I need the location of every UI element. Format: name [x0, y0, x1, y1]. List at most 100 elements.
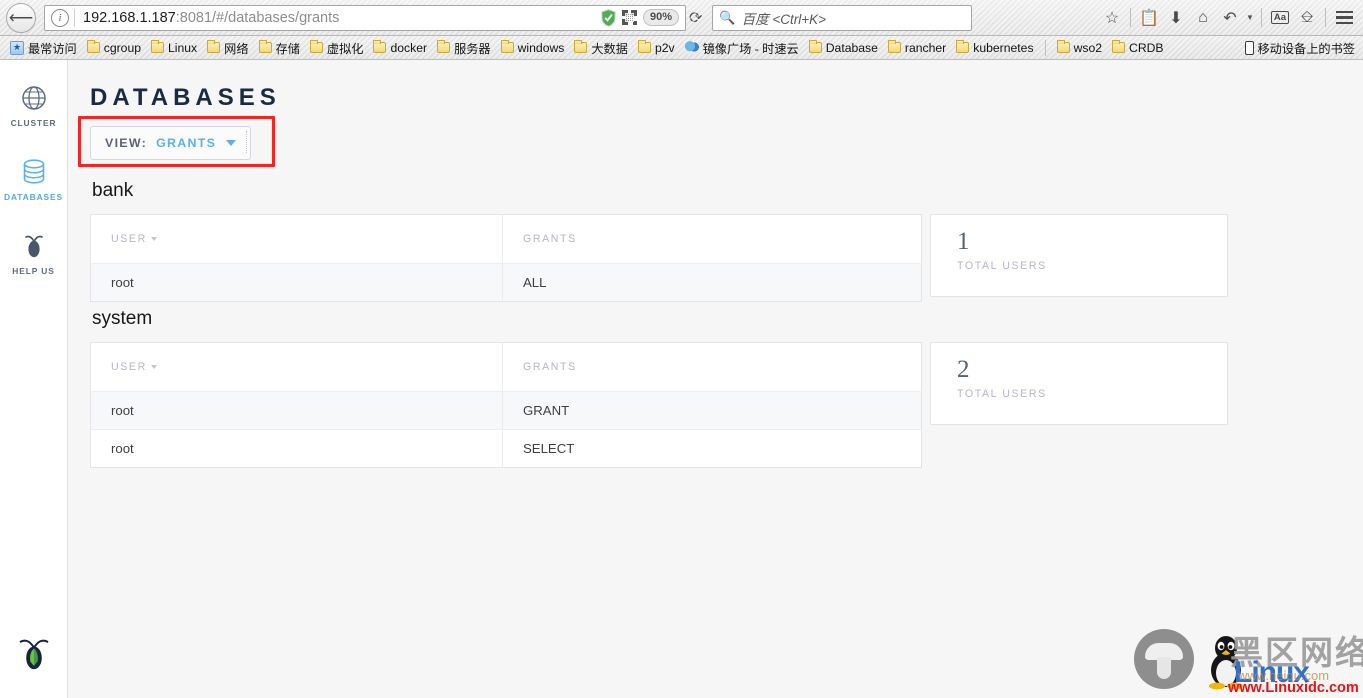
- search-icon: 🔍: [719, 9, 736, 25]
- toolbar-divider: [1130, 8, 1131, 27]
- bookmark-label: 大数据: [591, 41, 628, 56]
- bookmark-item-linux[interactable]: Linux: [147, 40, 201, 56]
- view-grants-dropdown[interactable]: VIEW: GRANTS: [90, 126, 252, 160]
- folder-icon: [808, 40, 822, 53]
- chevron-down-icon[interactable]: ▼: [1244, 13, 1256, 22]
- bookmark-item-rancher[interactable]: rancher: [884, 40, 950, 56]
- browser-tool-icons: ☆ 📋 ⬇ ⌂ ↶ ▼ Aa ⎒: [1099, 5, 1357, 31]
- bookmark-label: 移动设备上的书签: [1257, 41, 1356, 56]
- column-header-user[interactable]: USER: [90, 342, 503, 392]
- table-row[interactable]: root SELECT: [90, 429, 922, 468]
- total-users-card: 2 TOTAL USERS: [930, 342, 1228, 425]
- bookmark-item-crdb[interactable]: CRDB: [1108, 40, 1168, 56]
- bookmark-item-p2v[interactable]: p2v: [634, 40, 679, 56]
- browser-toolbar: ⟵ i 192.168.1.187:8081/#/databases/grant…: [0, 0, 1363, 36]
- bookmark-label: 虚拟化: [326, 41, 364, 56]
- page-title: DATABASES: [90, 84, 281, 111]
- watermark-cn-text: 黑区网络: [1230, 633, 1363, 672]
- reader-font-icon[interactable]: Aa: [1267, 5, 1293, 31]
- grants-table: USER GRANTS root GRANT root SELECT: [90, 342, 922, 468]
- bookmark-item-network[interactable]: 网络: [203, 38, 252, 58]
- sidebar-item-help-us[interactable]: HELP US: [0, 222, 68, 282]
- table-row[interactable]: root GRANT: [90, 391, 922, 430]
- screenshot-icon[interactable]: ⎒: [1294, 5, 1320, 31]
- cell-user: root: [90, 263, 503, 302]
- sidebar-item-cluster[interactable]: CLUSTER: [0, 74, 68, 134]
- bookmark-label: 最常访问: [28, 41, 77, 56]
- bookmark-label: kubernetes: [973, 40, 1034, 55]
- app-sidebar: CLUSTER DATABASES HELP US: [0, 60, 68, 698]
- column-header-grants-label: GRANTS: [523, 233, 577, 245]
- cockroach-bug-icon: [20, 232, 47, 259]
- back-arrow-icon[interactable]: ⟵: [6, 2, 36, 33]
- total-users-card: 1 TOTAL USERS: [930, 214, 1228, 297]
- column-header-grants[interactable]: GRANTS: [502, 342, 922, 392]
- folder-icon: [309, 40, 323, 53]
- bookmark-label: p2v: [654, 40, 675, 55]
- menu-hamburger-icon[interactable]: [1331, 5, 1357, 31]
- folder-icon: [437, 40, 451, 53]
- bookmark-item-wso2[interactable]: wso2: [1053, 40, 1106, 56]
- info-icon[interactable]: i: [51, 8, 69, 27]
- zoom-level-badge[interactable]: 90%: [642, 9, 679, 26]
- bookmark-item-docker[interactable]: docker: [369, 40, 431, 56]
- bookmark-label: 服务器: [454, 41, 491, 56]
- view-dropdown-label: VIEW:: [105, 136, 148, 150]
- address-bar-text: 192.168.1.187:8081/#/databases/grants: [83, 10, 601, 26]
- database-cylinder-icon: [20, 158, 47, 185]
- reload-icon[interactable]: ⟳: [689, 8, 702, 28]
- bookmark-item-mirror-cloud[interactable]: 镜像广场 - 时速云: [681, 38, 803, 58]
- sort-descending-caret-icon: [150, 237, 157, 242]
- bookmark-item-virtualization[interactable]: 虚拟化: [306, 38, 368, 58]
- shield-check-icon[interactable]: [601, 8, 616, 27]
- resize-handle[interactable]: [238, 131, 248, 153]
- search-bar[interactable]: 🔍 百度 <Ctrl+K>: [712, 4, 973, 31]
- table-row[interactable]: root ALL: [90, 263, 922, 302]
- downloads-icon[interactable]: ⬇: [1163, 5, 1189, 31]
- bookmark-item-kubernetes[interactable]: kubernetes: [952, 40, 1037, 56]
- watermark-url: www.Linuxidc.com: [1228, 680, 1359, 696]
- qr-code-icon[interactable]: [621, 10, 637, 25]
- toolbar-divider-2: [1261, 8, 1262, 27]
- bookmark-star-icon[interactable]: ☆: [1099, 5, 1125, 31]
- total-users-label: TOTAL USERS: [957, 388, 1047, 401]
- column-header-grants[interactable]: GRANTS: [502, 214, 922, 264]
- url-path: :8081/#/databases/grants: [175, 9, 340, 26]
- bookmark-label: wso2: [1073, 40, 1103, 55]
- total-users-value: 2: [957, 356, 970, 383]
- address-bar[interactable]: i 192.168.1.187:8081/#/databases/grants …: [44, 4, 686, 31]
- column-header-user[interactable]: USER: [90, 214, 503, 264]
- sidebar-item-label: CLUSTER: [10, 118, 57, 128]
- column-header-user-label: USER: [111, 361, 147, 373]
- bookmark-label: rancher: [904, 40, 947, 55]
- database-section-bank: bank USER GRANTS root ALL 1 TOTAL USERS: [90, 180, 1363, 302]
- bookmark-item-cgroup[interactable]: cgroup: [83, 40, 145, 56]
- folder-icon: [1056, 40, 1070, 53]
- sidebar-item-databases[interactable]: DATABASES: [0, 148, 68, 208]
- bookmark-item-windows[interactable]: windows: [497, 40, 569, 56]
- tux-penguin-icon: [1209, 636, 1243, 690]
- history-back-icon[interactable]: ↶: [1217, 5, 1243, 31]
- table-header-row: USER GRANTS: [90, 342, 922, 392]
- main-content: DATABASES VIEW: GRANTS bank USER GRANTS …: [68, 60, 1363, 698]
- bookmark-item-server[interactable]: 服务器: [433, 38, 495, 58]
- sort-descending-caret-icon: [150, 365, 157, 370]
- bookmark-label: cgroup: [103, 40, 142, 55]
- view-dropdown-value: GRANTS: [156, 136, 217, 150]
- app-viewport: CLUSTER DATABASES HELP US DATABASES VIEW…: [0, 60, 1363, 698]
- browser-chrome: ⟵ i 192.168.1.187:8081/#/databases/grant…: [0, 0, 1363, 60]
- folder-icon: [887, 40, 901, 53]
- home-icon[interactable]: ⌂: [1190, 5, 1216, 31]
- most-visited-icon: ★: [10, 40, 24, 55]
- bookmark-item-storage[interactable]: 存储: [255, 38, 304, 58]
- bookmark-item-mobile-bookmarks[interactable]: 移动设备上的书签: [1241, 38, 1358, 58]
- bookmark-item-database[interactable]: Database: [805, 40, 882, 56]
- bookmark-item-bigdata[interactable]: 大数据: [570, 38, 632, 58]
- reading-list-icon[interactable]: 📋: [1136, 5, 1162, 31]
- bookmarks-bar: ★ 最常访问 cgroup Linux 网络 存储 虚拟化 docker 服务器…: [0, 36, 1363, 60]
- cell-grants: GRANT: [502, 391, 922, 430]
- watermark-text-group: 黑区网络 Linux www.heiqu.com www.Linuxidc.co…: [1194, 620, 1363, 698]
- bookmark-item-most-visited[interactable]: ★ 最常访问: [6, 38, 81, 58]
- mobile-device-icon: [1244, 40, 1254, 55]
- chevron-down-icon: [226, 140, 237, 146]
